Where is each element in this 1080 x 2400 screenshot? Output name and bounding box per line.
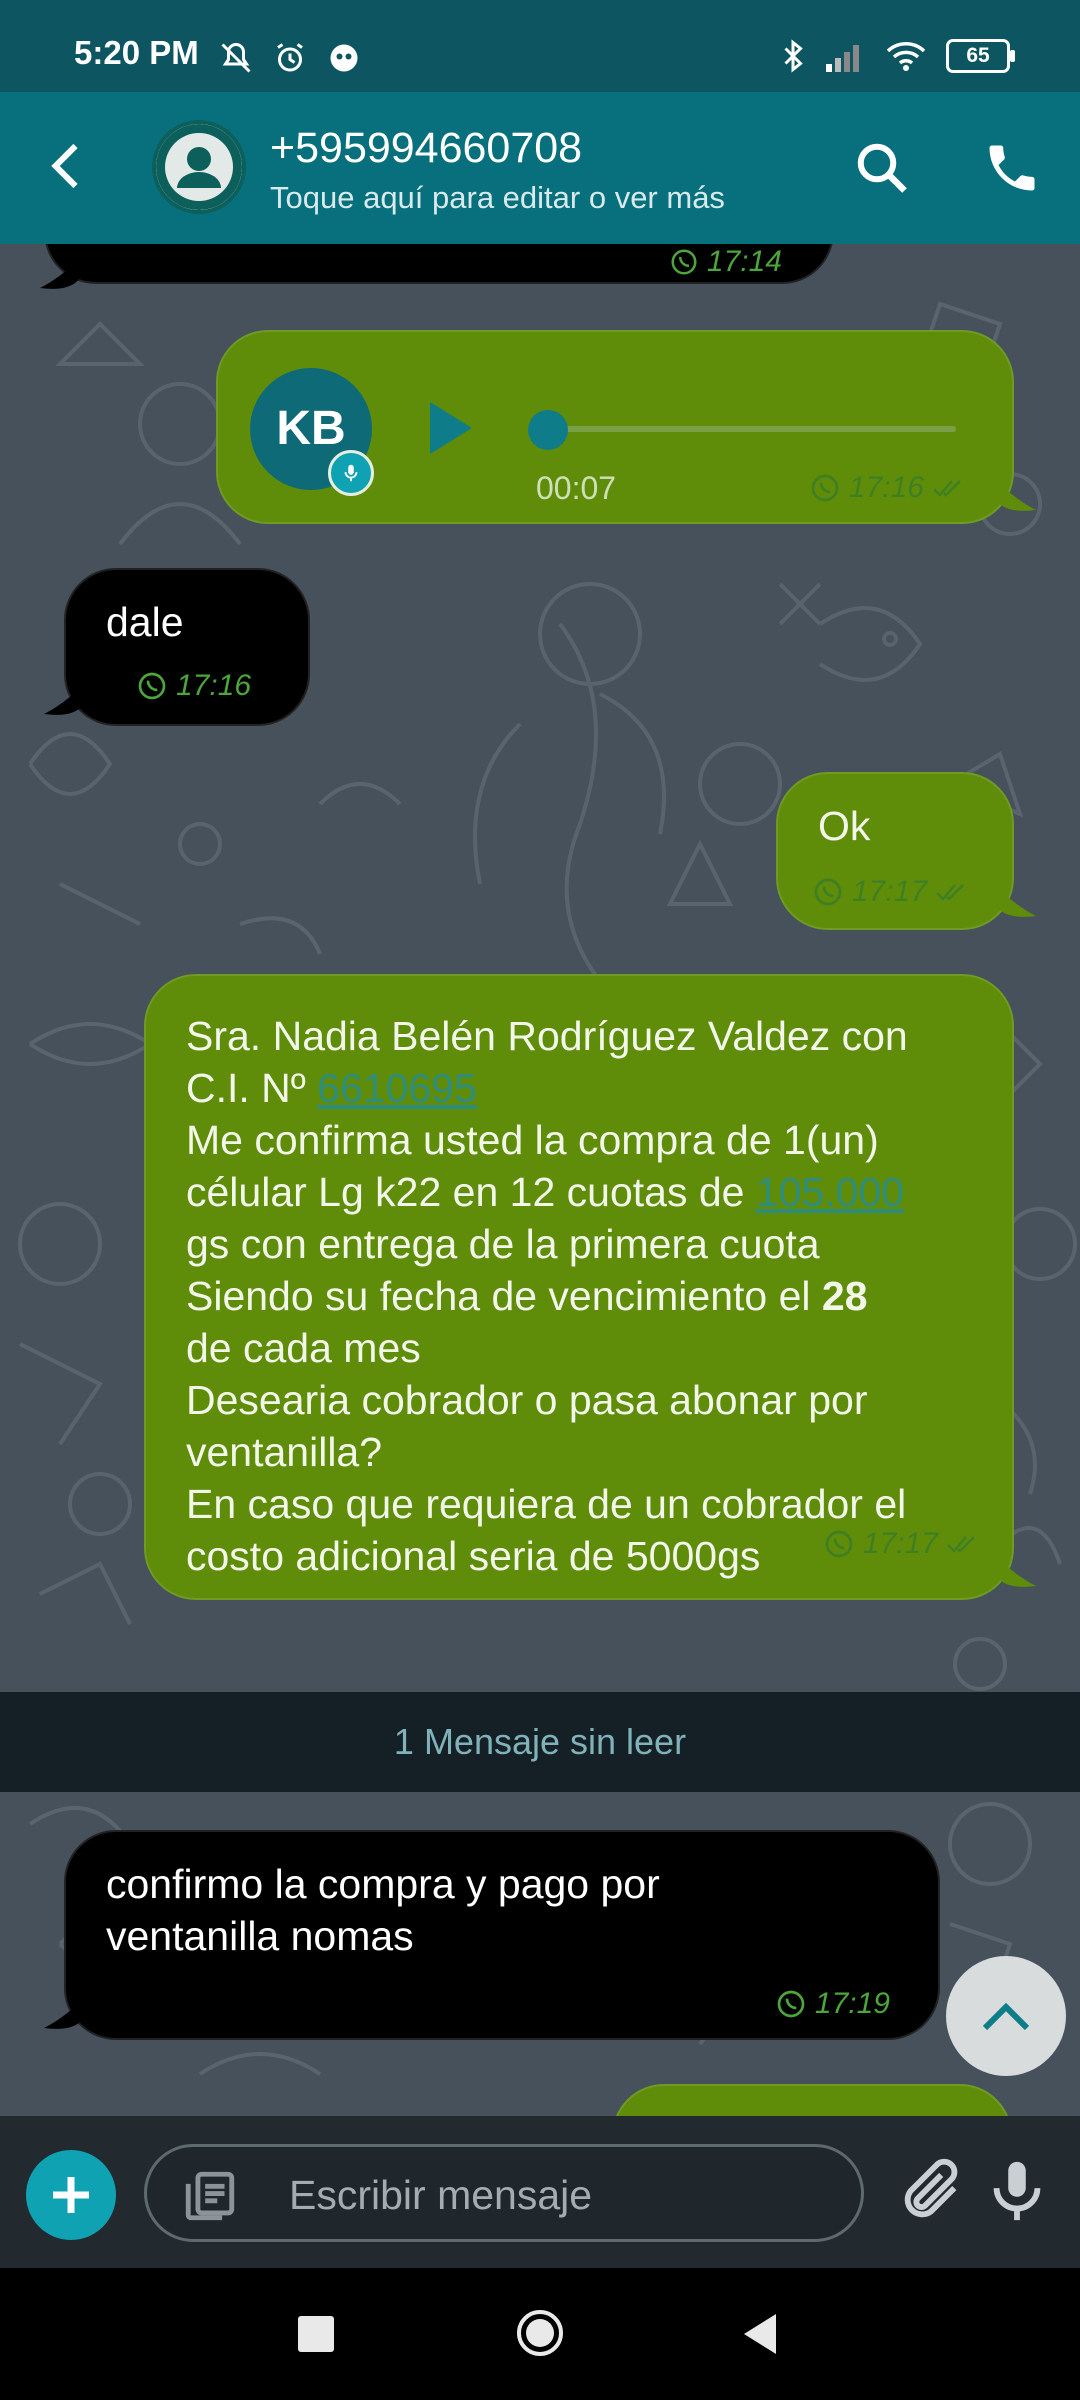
bubble-tail (40, 258, 80, 289)
message-bubble-outgoing[interactable]: Ok 17:17 (776, 772, 1014, 930)
price-link[interactable]: 105.000 (756, 1169, 904, 1215)
battery-indicator: 65 (946, 39, 1015, 73)
bubble-tail (996, 480, 1036, 511)
message-bubble-partial[interactable]: 17:14 (44, 244, 834, 284)
message-time: 17:16 (848, 471, 924, 504)
chat-messages-area[interactable]: 17:14 KB 00:07 17:16 dale 17:16 Ok 17:17… (0, 244, 1080, 2116)
message-text: Ok (818, 803, 871, 849)
message-text: dale (106, 599, 184, 645)
bubble-tail (996, 886, 1036, 917)
add-button[interactable] (26, 2150, 116, 2240)
app-notification-icon (330, 44, 358, 72)
alarm-icon (277, 43, 303, 72)
message-line: de cada mes (186, 1325, 421, 1371)
whatsapp-icon (825, 1530, 853, 1558)
audio-seek-handle[interactable] (528, 410, 568, 450)
message-line: Siendo su fecha de vencimiento el 28 (186, 1273, 868, 1319)
signal-icon (826, 45, 859, 72)
avatar-initials: KB (276, 402, 346, 455)
whatsapp-icon (138, 672, 166, 700)
voice-message-bubble[interactable]: KB 00:07 17:16 (216, 330, 1014, 524)
message-time: 17:14 (706, 245, 782, 278)
message-line: célular Lg k22 en 12 cuotas de 105.000 (186, 1169, 905, 1215)
message-line: C.I. Nº 6610695 (186, 1065, 477, 1111)
contact-avatar[interactable] (152, 120, 246, 214)
chevron-up-icon (982, 2002, 1030, 2031)
bubble-tail (44, 1998, 84, 2029)
double-check-icon (947, 1536, 975, 1553)
double-check-icon (936, 884, 964, 901)
message-bubble-incoming[interactable]: dale 17:16 (64, 568, 310, 726)
nav-back-icon[interactable] (740, 2312, 780, 2356)
home-button[interactable] (515, 2308, 565, 2358)
message-line: Me confirma usted la compra de 1(un) (186, 1117, 879, 1163)
message-line: confirmo la compra y pago por (106, 1861, 660, 1907)
message-time: 17:17 (862, 1527, 938, 1560)
system-navigation-bar (0, 2268, 1080, 2400)
double-check-icon (933, 480, 961, 497)
message-bubble-incoming[interactable]: confirmo la compra y pago por ventanilla… (64, 1830, 940, 2040)
message-time: 17:19 (814, 1987, 890, 2020)
message-meta: 17:16 (136, 660, 251, 712)
message-line: Desearia cobrador o pasa abonar por (186, 1377, 868, 1423)
message-input[interactable] (287, 2165, 831, 2225)
status-time: 5:20 PM (74, 34, 199, 71)
scroll-up-button[interactable] (946, 1956, 1066, 2076)
person-icon (156, 124, 242, 210)
whatsapp-icon (811, 474, 839, 502)
message-line: ventanilla nomas (106, 1913, 414, 1959)
templates-icon[interactable] (181, 2167, 239, 2225)
muted-notifications-icon (221, 42, 251, 73)
message-meta: 17:19 (775, 1978, 890, 2030)
message-line: ventanilla? (186, 1429, 383, 1475)
recents-button[interactable] (298, 2316, 334, 2352)
mic-badge-icon (328, 450, 374, 496)
back-arrow-icon[interactable] (38, 136, 98, 196)
message-line: gs con entrega de la primera cuota (186, 1221, 820, 1267)
plus-icon (53, 2177, 89, 2213)
play-icon[interactable] (426, 400, 474, 456)
paperclip-icon[interactable] (896, 2156, 966, 2226)
message-input-bar (0, 2116, 1080, 2268)
message-meta: 17:14 (669, 244, 782, 288)
message-time: 17:17 (852, 875, 928, 908)
message-line: Sra. Nadia Belén Rodríguez Valdez con (186, 1013, 908, 1059)
id-number-link[interactable]: 6610695 (317, 1065, 477, 1111)
contact-name[interactable]: +595994660708 (270, 124, 582, 173)
unread-messages-divider: 1 Mensaje sin leer (0, 1692, 1080, 1792)
message-field[interactable] (144, 2144, 864, 2242)
bluetooth-icon (784, 39, 803, 73)
status-left-icons (218, 40, 362, 76)
bubble-tail (44, 684, 84, 715)
chat-header: +595994660708 Toque aquí para editar o v… (0, 92, 1080, 244)
message-meta: 17:17 (823, 1518, 978, 1570)
message-meta: 17:16 (809, 462, 964, 514)
bubble-tail (996, 1556, 1036, 1587)
whatsapp-icon (814, 878, 842, 906)
audio-seekbar[interactable] (528, 426, 956, 432)
microphone-icon[interactable] (982, 2156, 1052, 2226)
message-bubble-partial-bottom[interactable] (612, 2084, 1012, 2116)
whatsapp-icon (671, 249, 697, 275)
search-icon[interactable] (852, 138, 912, 198)
status-right-icons: 65 (780, 38, 1015, 74)
message-bubble-outgoing-long[interactable]: Sra. Nadia Belén Rodríguez Valdez con C.… (144, 974, 1014, 1600)
message-text: Sra. Nadia Belén Rodríguez Valdez con C.… (186, 1010, 1006, 1582)
wifi-icon (886, 42, 926, 71)
status-bar: 5:20 PM 65 (0, 0, 1080, 92)
message-text: confirmo la compra y pago por ventanilla… (106, 1858, 660, 1962)
phone-icon[interactable] (982, 138, 1042, 198)
audio-duration: 00:07 (536, 470, 617, 506)
message-meta: 17:17 (812, 866, 967, 918)
contact-subtitle[interactable]: Toque aquí para editar o ver más (270, 180, 725, 216)
whatsapp-icon (777, 1990, 805, 2018)
message-time: 17:16 (176, 669, 252, 702)
